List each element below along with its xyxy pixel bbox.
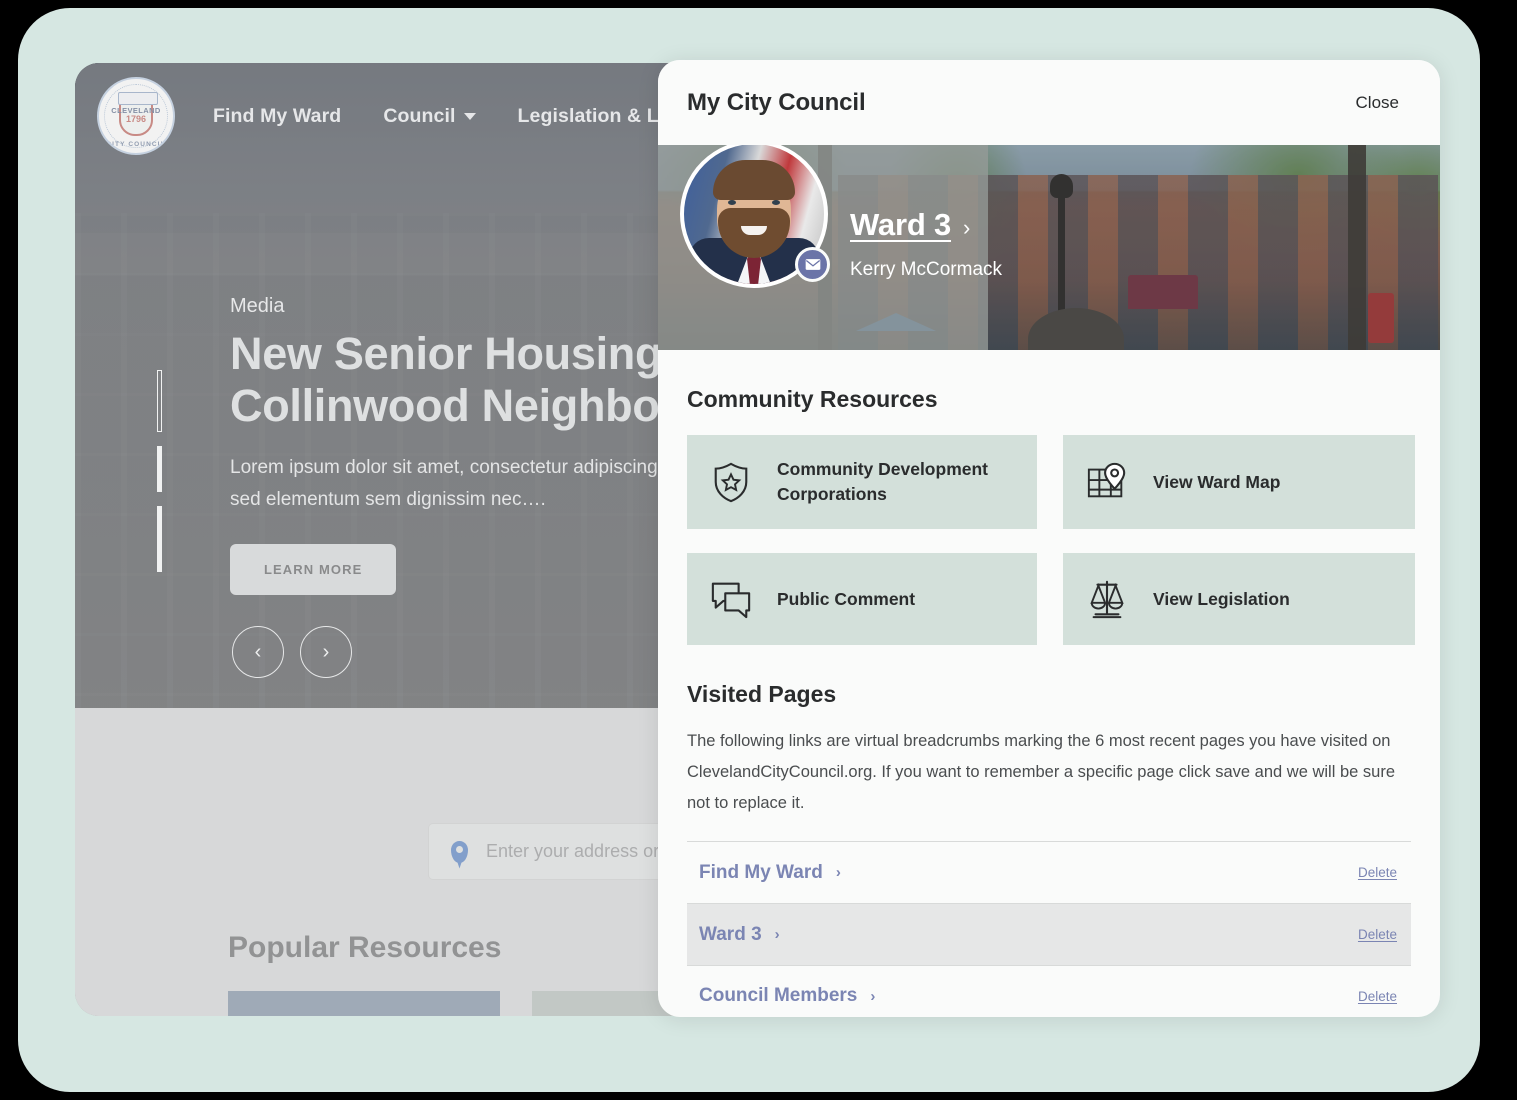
delete-visited-page-button[interactable]: Delete [1358, 989, 1397, 1004]
nav-item-find-my-ward[interactable]: Find My Ward [213, 105, 341, 128]
visited-page-label: Ward 3 [699, 924, 762, 946]
nav-item-council[interactable]: Council [383, 105, 475, 128]
speech-bubbles-icon [709, 577, 753, 621]
visited-page-link[interactable]: Ward 3 › [699, 924, 780, 946]
visited-page-label: Council Members [699, 985, 857, 1007]
community-resources-grid: Community Development Corporations View … [687, 435, 1411, 645]
map-pin-icon [451, 841, 468, 863]
carousel-prev-button[interactable]: ‹ [232, 626, 284, 678]
chevron-right-icon: › [836, 864, 841, 881]
ward-banner-text: Ward 3 › Kerry McCormack [850, 207, 1002, 281]
visited-page-label: Find My Ward [699, 862, 823, 884]
visited-page-link[interactable]: Find My Ward › [699, 862, 841, 884]
visited-pages-list: Find My Ward › Delete Ward 3 › Delete Co… [687, 841, 1411, 1017]
visited-pages-description: The following links are virtual breadcru… [687, 726, 1411, 819]
avatar[interactable] [680, 145, 828, 288]
panel-title: My City Council [687, 89, 866, 117]
nav-label: Council [383, 105, 455, 128]
resource-tile-view-legislation[interactable]: View Legislation [1063, 553, 1415, 645]
seal-banner [118, 92, 158, 105]
carousel-bar-3[interactable] [157, 506, 162, 572]
learn-more-button[interactable]: LEARN MORE [230, 544, 396, 595]
envelope-glyph [805, 258, 821, 271]
visited-page-row-council-members[interactable]: Council Members › Delete [687, 965, 1411, 1017]
map-pin-grid-icon [1085, 460, 1129, 504]
carousel-bar-1[interactable] [157, 370, 162, 432]
avatar-eye-left [728, 200, 736, 205]
nav-label: Find My Ward [213, 105, 341, 128]
resource-tile-view-ward-map[interactable]: View Ward Map [1063, 435, 1415, 529]
panel-body: Community Resources Community Developmen… [658, 386, 1440, 1017]
popular-resources-heading: Popular Resources [228, 931, 501, 965]
resource-tile-label: View Legislation [1153, 587, 1290, 612]
visited-page-row-find-my-ward[interactable]: Find My Ward › Delete [687, 841, 1411, 903]
chevron-right-icon: › [870, 988, 875, 1005]
chevron-right-icon: › [963, 215, 970, 241]
close-button[interactable]: Close [1356, 93, 1399, 113]
avatar-hair [713, 160, 795, 200]
chevron-down-icon [464, 113, 476, 120]
visited-page-link[interactable]: Council Members › [699, 985, 875, 1007]
seal-top-text: CLEVELAND [99, 106, 173, 115]
visited-pages-heading: Visited Pages [687, 681, 1411, 708]
chevron-right-icon: › [775, 926, 780, 943]
resource-tile-label: Community Development Corporations [777, 457, 1015, 507]
resource-tile-community-development-corporations[interactable]: Community Development Corporations [687, 435, 1037, 529]
carousel-bar-2[interactable] [157, 446, 162, 492]
delete-visited-page-button[interactable]: Delete [1358, 865, 1397, 880]
avatar-eye-right [772, 200, 780, 205]
scales-of-justice-icon [1085, 577, 1129, 621]
cleveland-city-council-seal-icon[interactable]: CLEVELAND 1796 CITY COUNCIL [97, 77, 175, 155]
my-city-council-panel: My City Council Close Ward 3 › Kerry McC… [658, 60, 1440, 1017]
council-member-name: Kerry McCormack [850, 259, 1002, 281]
device-frame: CLEVELAND 1796 CITY COUNCIL Find My Ward… [18, 8, 1480, 1092]
community-resources-heading: Community Resources [687, 386, 1411, 413]
shield-star-icon [709, 460, 753, 504]
panel-header: My City Council Close [658, 60, 1440, 145]
visited-page-row-ward-3[interactable]: Ward 3 › Delete [687, 903, 1411, 965]
carousel-progress-bars[interactable] [157, 370, 162, 586]
envelope-icon[interactable] [795, 247, 830, 282]
primary-nav: Find My Ward Council Legislation & Laws [213, 105, 716, 128]
carousel-next-button[interactable]: › [300, 626, 352, 678]
popular-resource-card-1[interactable] [228, 991, 500, 1016]
ward-link[interactable]: Ward 3 › [850, 207, 1002, 243]
ward-banner: Ward 3 › Kerry McCormack ✕ Delete Ward [658, 145, 1440, 350]
resource-tile-label: View Ward Map [1153, 470, 1280, 495]
resource-tile-label: Public Comment [777, 587, 915, 612]
delete-visited-page-button[interactable]: Delete [1358, 927, 1397, 942]
ward-link-label: Ward 3 [850, 207, 951, 243]
seal-bottom-text: CITY COUNCIL [99, 141, 173, 148]
resource-tile-public-comment[interactable]: Public Comment [687, 553, 1037, 645]
carousel-arrows: ‹ › [232, 626, 352, 678]
